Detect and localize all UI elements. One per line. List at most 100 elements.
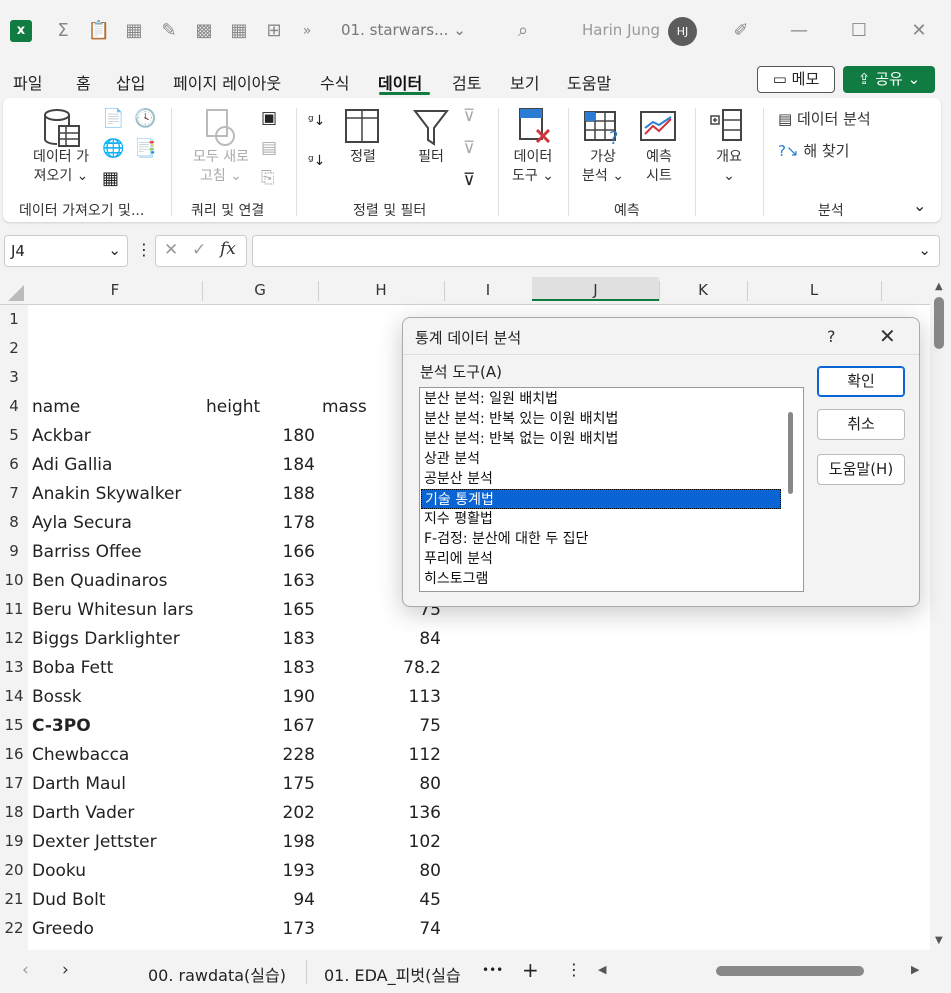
list-item[interactable]: F-검정: 분산에 대한 두 집단 — [421, 529, 781, 549]
cell-name[interactable]: Anakin Skywalker — [32, 484, 181, 504]
cell-mass[interactable]: 136 — [322, 803, 441, 823]
cell-height[interactable]: 183 — [206, 658, 315, 678]
add-sheet-icon[interactable]: + — [522, 958, 539, 982]
cell-name[interactable]: Dexter Jettster — [32, 832, 157, 852]
cell-height[interactable]: 188 — [206, 484, 315, 504]
select-all-corner[interactable] — [0, 277, 28, 305]
help-icon[interactable]: ? — [827, 327, 836, 346]
list-scroll-thumb[interactable] — [788, 412, 793, 494]
cell-height[interactable]: 178 — [206, 513, 315, 533]
sheet-tab-eda[interactable]: 01. EDA_피벗(실습 — [324, 962, 472, 986]
cell-height[interactable]: 173 — [206, 919, 315, 939]
refresh-all-button[interactable]: 모두 새로 고침 ⌄ — [183, 148, 259, 186]
filter-button[interactable]: 필터 — [408, 148, 454, 167]
row-header[interactable]: 4 — [0, 397, 28, 415]
row-header[interactable]: 12 — [0, 629, 28, 647]
list-item[interactable]: 상관 분석 — [421, 449, 781, 469]
more-commands-icon[interactable]: » — [294, 18, 320, 44]
search-icon[interactable]: ⌕ — [510, 18, 536, 44]
number-format-icon[interactable]: ▦ — [121, 18, 147, 44]
from-table-icon[interactable]: ▦ — [102, 168, 119, 189]
cell-height[interactable]: 184 — [206, 455, 315, 475]
share-button[interactable]: ⇪ 공유 ⌄ — [843, 66, 935, 93]
cell-mass[interactable]: 45 — [322, 890, 441, 910]
list-item[interactable]: 히스토그램 — [421, 569, 781, 589]
cancel-button[interactable]: 취소 — [817, 409, 905, 440]
cell-name[interactable]: Dooku — [32, 861, 86, 881]
header-mass[interactable]: mass — [322, 397, 367, 417]
chevron-down-icon[interactable]: ⌄ — [108, 241, 121, 259]
reapply-filter-icon[interactable]: ⊽ — [463, 138, 475, 158]
insert-function-icon[interactable]: fx — [220, 239, 236, 259]
document-title[interactable]: 01. starwars... ⌄ — [341, 21, 466, 39]
cell-height[interactable]: 193 — [206, 861, 315, 881]
list-item[interactable]: 분산 분석: 일원 배치법 — [421, 389, 781, 409]
row-header[interactable]: 7 — [0, 484, 28, 502]
tab-file[interactable]: 파일 — [13, 70, 42, 94]
cancel-icon[interactable]: ✕ — [164, 240, 178, 260]
sort-button[interactable]: 정렬 — [343, 148, 383, 167]
clipboard-check-icon[interactable]: 📋 — [86, 18, 112, 44]
horizontal-scroll-thumb[interactable] — [716, 966, 864, 976]
sheet-tab-rawdata[interactable]: 00. rawdata(실습) — [148, 962, 286, 986]
cell-height[interactable]: 163 — [206, 571, 315, 591]
cell-height[interactable]: 94 — [206, 890, 315, 910]
scroll-up-icon[interactable]: ▲ — [935, 281, 943, 292]
get-data-button[interactable]: 데이터 가 져오기 ⌄ — [21, 148, 101, 186]
clear-filter-icon[interactable]: ⊽ — [463, 106, 475, 126]
column-header-h[interactable]: H — [318, 281, 444, 299]
cell-name[interactable]: Darth Vader — [32, 803, 134, 823]
row-header[interactable]: 17 — [0, 774, 28, 792]
tab-home[interactable]: 홈 — [76, 70, 91, 94]
list-item[interactable]: 지수 평활법 — [421, 509, 781, 529]
header-name[interactable]: name — [32, 397, 80, 417]
edit-icon[interactable]: ✎ — [156, 18, 182, 44]
sort-ascending-icon[interactable]: ᵍ↓ — [308, 113, 325, 129]
row-header[interactable]: 5 — [0, 426, 28, 444]
table-icon[interactable]: ▦ — [226, 18, 252, 44]
more-sheets-icon[interactable]: ••• — [482, 963, 503, 977]
advanced-filter-icon[interactable]: ⊽ — [463, 170, 475, 190]
row-header[interactable]: 22 — [0, 919, 28, 937]
row-header[interactable]: 18 — [0, 803, 28, 821]
cell-name[interactable]: Ben Quadinaros — [32, 571, 167, 591]
vertical-scrollbar[interactable]: ▲ ▼ — [930, 277, 951, 950]
analysis-tools-list[interactable]: 분산 분석: 일원 배치법 분산 분석: 반복 있는 이원 배치법 분산 분석:… — [419, 387, 804, 592]
tab-review[interactable]: 검토 — [452, 70, 481, 94]
scroll-left-icon[interactable]: ◀ — [598, 963, 606, 976]
cell-height[interactable]: 190 — [206, 687, 315, 707]
cell-name[interactable]: Barriss Offee — [32, 542, 142, 562]
column-header-f[interactable]: F — [28, 281, 202, 299]
properties-icon[interactable]: ▤ — [261, 138, 277, 158]
comments-button[interactable]: ▭ 메모 — [757, 66, 835, 93]
cell-name[interactable]: Greedo — [32, 919, 94, 939]
cell-mass[interactable]: 113 — [322, 687, 441, 707]
cell-height[interactable]: 167 — [206, 716, 315, 736]
maximize-icon[interactable]: ☐ — [846, 18, 872, 44]
help-button[interactable]: 도움말(H) — [817, 454, 905, 485]
row-header[interactable]: 9 — [0, 542, 28, 560]
header-height[interactable]: height — [206, 397, 260, 417]
cell-height[interactable]: 180 — [206, 426, 315, 446]
row-header[interactable]: 8 — [0, 513, 28, 531]
cell-mass[interactable]: 112 — [322, 745, 441, 765]
tab-data[interactable]: 데이터 — [378, 70, 422, 94]
minimize-icon[interactable]: — — [786, 18, 812, 44]
row-header[interactable]: 16 — [0, 745, 28, 763]
cell-mass[interactable]: 74 — [322, 919, 441, 939]
cell-mass[interactable]: 80 — [322, 774, 441, 794]
scroll-right-icon[interactable]: ▶ — [911, 963, 919, 976]
queries-connections-icon[interactable]: ▣ — [261, 108, 277, 128]
cell-height[interactable]: 183 — [206, 629, 315, 649]
grid-icon[interactable]: ▩ — [191, 18, 217, 44]
close-window-icon[interactable]: ✕ — [906, 18, 932, 44]
column-header-l[interactable]: L — [747, 281, 881, 299]
cell-height[interactable]: 228 — [206, 745, 315, 765]
what-if-button[interactable]: 가상 분석 ⌄ — [575, 148, 631, 186]
cell-height[interactable]: 175 — [206, 774, 315, 794]
ok-button[interactable]: 확인 — [817, 366, 905, 397]
cell-height[interactable]: 166 — [206, 542, 315, 562]
cell-name[interactable]: Beru Whitesun lars — [32, 600, 194, 620]
row-header[interactable]: 3 — [0, 368, 28, 386]
data-tools-button[interactable]: 데이터 도구 ⌄ — [505, 148, 561, 186]
